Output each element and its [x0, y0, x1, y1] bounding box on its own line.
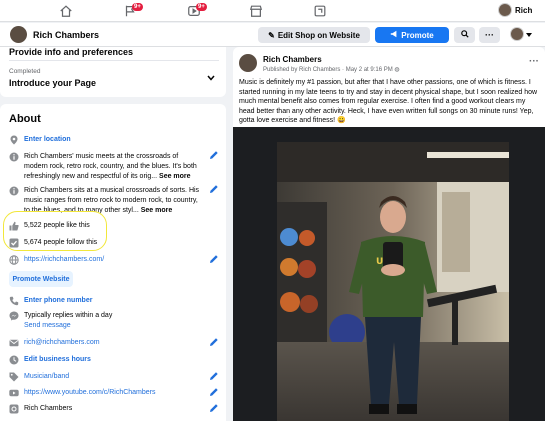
thumbs-up-icon: [9, 221, 19, 231]
edit-shop-button[interactable]: ✎ Edit Shop on Website: [258, 27, 370, 43]
notification-badge: 9+: [132, 3, 143, 11]
bio-secondary: Rich Chambers sits at a musical crossroa…: [24, 186, 202, 216]
tag-icon: [9, 372, 19, 382]
location-pin-icon: [9, 135, 19, 145]
social-profile-icon: [9, 404, 19, 414]
more-options-button[interactable]: ···: [479, 27, 500, 43]
reply-time: Typically replies within a day: [24, 312, 113, 319]
info-icon: [9, 152, 19, 162]
promote-website-button[interactable]: Promote Website: [9, 271, 73, 287]
info-icon: [9, 186, 19, 196]
marketplace-icon[interactable]: [247, 3, 265, 19]
top-navigation: 9+ 9+ Rich: [0, 0, 545, 22]
page-switcher[interactable]: [510, 27, 532, 41]
edit-pencil-icon[interactable]: [209, 184, 219, 194]
email-icon: [9, 338, 19, 348]
edit-pencil-icon[interactable]: [209, 337, 219, 347]
home-icon[interactable]: [57, 3, 75, 19]
divider: [9, 60, 219, 61]
page-name[interactable]: Rich Chambers: [33, 30, 99, 40]
flag-icon[interactable]: 9+: [121, 3, 143, 19]
youtube-link[interactable]: https://www.youtube.com/c/RichChambers: [24, 388, 156, 398]
email-link[interactable]: rich@richchambers.com: [24, 338, 100, 348]
edit-hours-link[interactable]: Edit business hours: [24, 355, 91, 365]
promote-label: Promote: [401, 30, 434, 40]
edit-shop-label: Edit Shop on Website: [277, 30, 360, 40]
about-card: About Enter location Rich Chambers' musi…: [0, 104, 226, 421]
caret-down-icon: [526, 30, 532, 39]
ellipsis-icon: ···: [485, 30, 494, 40]
enter-location-link[interactable]: Enter location: [24, 135, 71, 145]
youtube-icon: [9, 388, 19, 398]
edit-pencil-icon[interactable]: [209, 254, 219, 264]
messenger-icon: [9, 311, 19, 321]
post-meta: Published by Rich Chambers · May 2 at 9:…: [263, 66, 400, 73]
published-by: Published by Rich Chambers: [263, 67, 341, 73]
post-options-button[interactable]: ···: [529, 56, 539, 67]
see-more-link[interactable]: See more: [159, 173, 191, 180]
video-badge: 9+: [196, 3, 207, 11]
setup-title: Introduce your Page: [9, 78, 97, 88]
category-link[interactable]: Musician/band: [24, 372, 69, 382]
page-avatar[interactable]: [10, 26, 27, 43]
gym-selfie-image: UTAH: [277, 142, 509, 421]
post-date[interactable]: May 2 at 9:16 PM: [346, 67, 393, 73]
enter-phone-link[interactable]: Enter phone number: [24, 296, 92, 306]
nav-profile[interactable]: Rich: [498, 3, 532, 17]
bio-secondary-text: Rich Chambers sits at a musical crossroa…: [24, 187, 200, 214]
globe-icon: [9, 255, 19, 265]
setup-status: Completed: [9, 68, 41, 75]
search-icon: [460, 30, 469, 40]
promote-button[interactable]: Promote: [375, 27, 449, 43]
send-message-link[interactable]: Send message: [24, 321, 71, 331]
page-likes-count: 5,522 people like this: [24, 222, 90, 229]
social-profile-name: Rich Chambers: [24, 405, 73, 412]
page-header: Rich Chambers ✎ Edit Shop on Website Pro…: [0, 23, 545, 47]
search-button[interactable]: [454, 27, 475, 43]
setup-previous-item: Provide info and preferences: [9, 47, 134, 57]
post-author-avatar[interactable]: [239, 54, 257, 72]
globe-icon: ◍: [394, 67, 400, 73]
see-more-link[interactable]: See more: [141, 207, 173, 214]
edit-pencil-icon[interactable]: [209, 387, 219, 397]
megaphone-icon: [390, 30, 398, 40]
page-setup-card: Provide info and preferences Completed I…: [0, 47, 226, 97]
website-link[interactable]: https://richchambers.com/: [24, 255, 104, 265]
post-card: Rich Chambers Published by Rich Chambers…: [233, 47, 545, 421]
edit-pencil-icon[interactable]: [209, 150, 219, 160]
phone-icon: [9, 296, 19, 306]
about-heading: About: [9, 113, 41, 125]
edit-pencil-icon[interactable]: [209, 403, 219, 413]
edit-pencil-icon[interactable]: [209, 371, 219, 381]
pencil-icon: ✎: [268, 30, 275, 40]
page-followers-count: 5,674 people follow this: [24, 239, 98, 246]
post-text: Music is definitely my #1 passion, but a…: [239, 79, 538, 125]
clock-icon: [9, 355, 19, 365]
follow-check-icon: [9, 238, 19, 248]
video-icon[interactable]: 9+: [185, 3, 207, 19]
post-photo[interactable]: UTAH: [277, 142, 509, 421]
avatar: [498, 3, 512, 17]
chevron-down-icon[interactable]: [207, 74, 215, 83]
bio-primary: Rich Chambers' music meets at the crossr…: [24, 152, 202, 182]
page-switcher-avatar: [510, 27, 524, 41]
nav-user-name: Rich: [515, 5, 533, 15]
gaming-icon[interactable]: [311, 3, 329, 19]
post-author-name[interactable]: Rich Chambers: [263, 55, 322, 64]
